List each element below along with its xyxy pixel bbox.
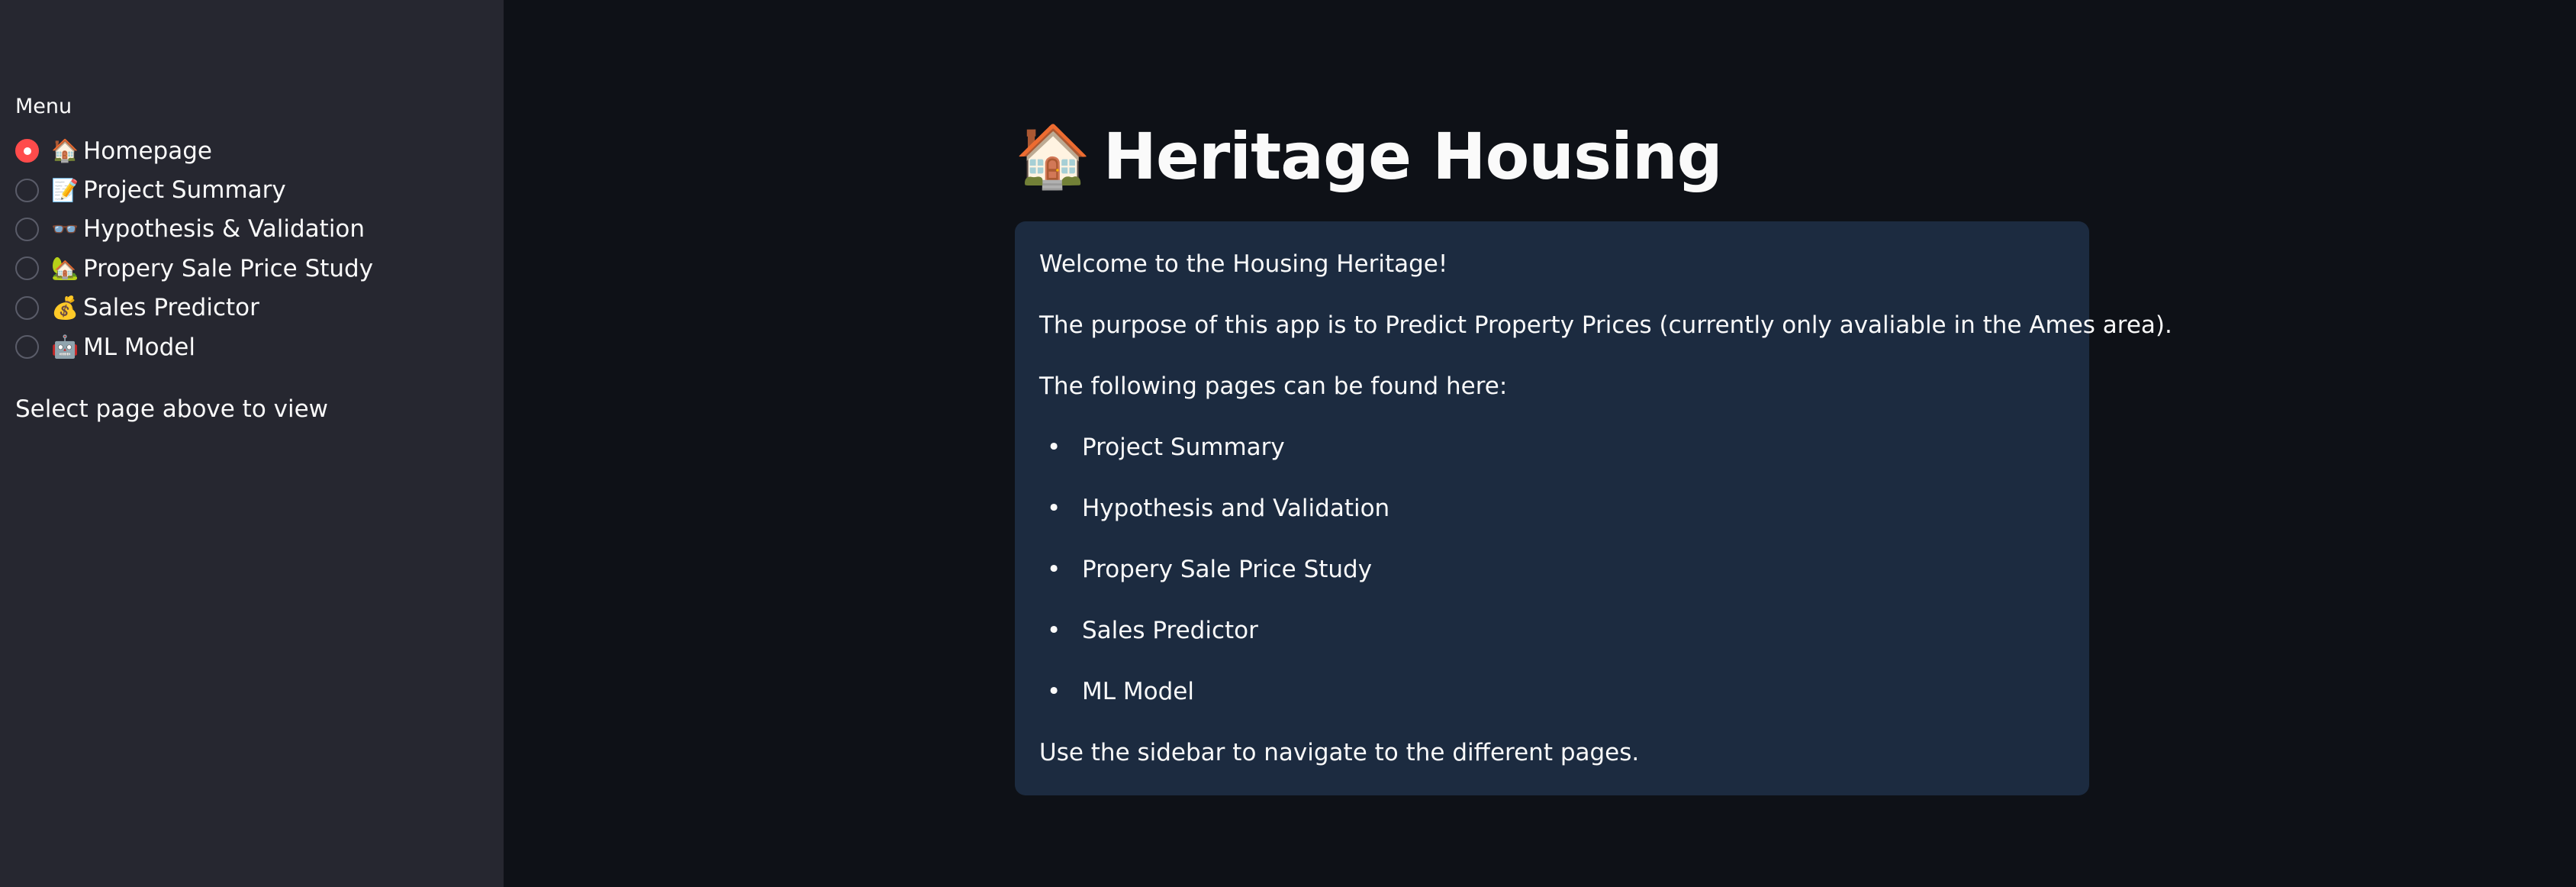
radio-button[interactable] (15, 256, 39, 281)
radio-item-sales-predictor[interactable]: 💰 Sales Predictor (15, 289, 373, 327)
list-item: Propery Sale Price Study (1082, 556, 1373, 583)
house-icon: 🏠 (51, 137, 79, 164)
bullet-icon: • (1047, 434, 1061, 461)
radio-label: Homepage (83, 137, 212, 165)
radio-button[interactable] (15, 178, 39, 202)
radio-item-hypothesis-validation[interactable]: 👓 Hypothesis & Validation (15, 210, 373, 249)
page-radio-group: 🏠 Homepage 📝 Project Summary 👓 Hypothesi… (15, 131, 373, 366)
page-title: 🏠 Heritage Housing (1015, 115, 1723, 198)
info-box: Welcome to the Housing Heritage! The pur… (1015, 221, 2172, 795)
radio-label: Project Summary (83, 176, 286, 205)
memo-icon: 📝 (51, 176, 79, 203)
pages-intro-text: The following pages can be found here: (1039, 373, 1508, 400)
list-item: Project Summary (1082, 434, 1285, 461)
glasses-icon: 👓 (51, 215, 79, 242)
main-content: 🏠 Heritage Housing Welcome to the Housin… (504, 0, 2576, 887)
radio-item-sale-price-study[interactable]: 🏡 Propery Sale Price Study (15, 249, 373, 288)
list-item: ML Model (1082, 678, 1194, 705)
house-icon: 🏠 (1015, 121, 1091, 192)
bullet-icon: • (1047, 617, 1061, 644)
radio-button[interactable] (15, 295, 39, 320)
radio-label: Sales Predictor (83, 294, 259, 322)
bullet-icon: • (1047, 678, 1061, 705)
radio-item-ml-model[interactable]: 🤖 ML Model (15, 327, 373, 366)
list-item: Sales Predictor (1082, 617, 1258, 644)
app: Menu 🏠 Homepage 📝 Project Summary 👓 Hypo… (0, 0, 2576, 887)
house-garden-icon: 🏡 (51, 255, 79, 282)
welcome-text: Welcome to the Housing Heritage! (1039, 250, 1448, 278)
sidebar: Menu 🏠 Homepage 📝 Project Summary 👓 Hypo… (0, 0, 504, 887)
radio-button[interactable] (15, 335, 39, 360)
radio-item-project-summary[interactable]: 📝 Project Summary (15, 170, 373, 209)
bullet-icon: • (1047, 495, 1061, 522)
list-item: Hypothesis and Validation (1082, 495, 1390, 522)
select-page-hint: Select page above to view (15, 395, 329, 423)
menu-label: Menu (15, 95, 72, 118)
page-title-text: Heritage Housing (1103, 119, 1723, 194)
robot-icon: 🤖 (51, 334, 79, 360)
radio-label: Hypothesis & Validation (83, 215, 365, 244)
radio-label: ML Model (83, 333, 195, 361)
purpose-text: The purpose of this app is to Predict Pr… (1039, 311, 2172, 339)
radio-button[interactable] (15, 217, 39, 241)
footer-text: Use the sidebar to navigate to the diffe… (1039, 739, 1640, 766)
money-bag-icon: 💰 (51, 294, 79, 321)
radio-button-selected[interactable] (15, 139, 39, 163)
radio-label: Propery Sale Price Study (83, 254, 374, 282)
bullet-icon: • (1047, 556, 1061, 583)
radio-item-homepage[interactable]: 🏠 Homepage (15, 131, 373, 170)
